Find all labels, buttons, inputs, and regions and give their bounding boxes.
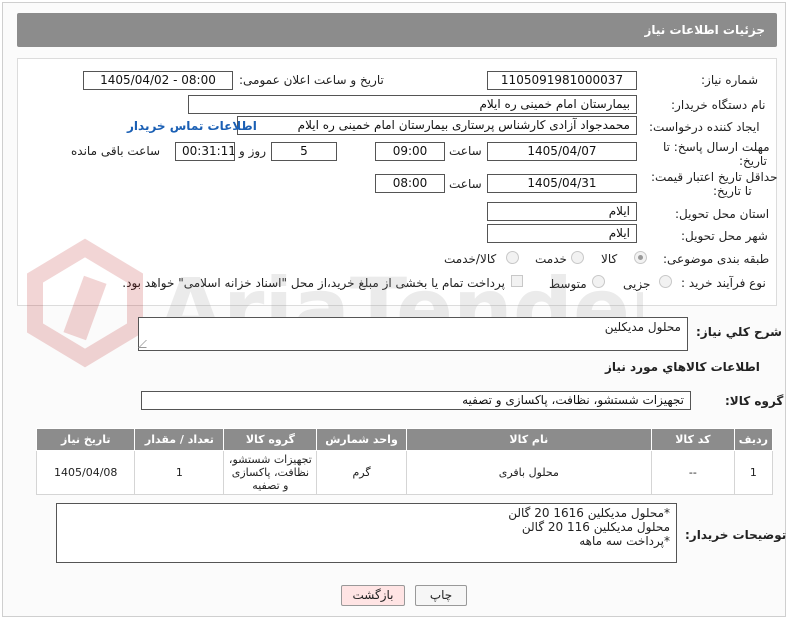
summary-textarea[interactable]: محلول مديکلين — [138, 317, 688, 351]
buyer-notes-textarea[interactable]: *محلول مدیکلین 1616 20 گالن محلول مدیکلی… — [56, 503, 677, 563]
deadline-time-label: ساعت — [449, 144, 482, 158]
print-button[interactable]: چاپ — [415, 585, 467, 606]
goods-table-header-row: رديف کد کالا نام کالا واحد شمارش گروه کا… — [35, 428, 774, 451]
price-validity-label-line1: حداقل تاریخ اعتبار قیمت: — [651, 170, 778, 184]
remaining-days-field: 5 — [271, 142, 337, 161]
page-header: جزئیات اطلاعات نیاز — [17, 13, 777, 47]
purchase-option-medium: متوسط — [549, 277, 587, 291]
price-validity-time-field: 08:00 — [375, 174, 445, 193]
city-field: ایلام — [487, 224, 637, 243]
summary-label: شرح کلي نياز: — [696, 325, 782, 339]
cell-item-group: تجهیزات شستشو، نظافت، پاکسازی و تصفیه — [223, 450, 318, 495]
buyer-notes-line-1: *محلول مدیکلین 1616 20 گالن — [508, 506, 670, 520]
province-label: استان محل تحویل: — [675, 207, 770, 221]
deadline-date-field: 1405/04/07 — [487, 142, 637, 161]
treasury-payment-checkbox[interactable] — [511, 275, 523, 287]
table-row: 1 -- محلول بافری گرم تجهیزات شستشو، نظاف… — [35, 450, 774, 495]
col-unit: واحد شمارش — [316, 428, 407, 451]
announce-datetime-label: تاریخ و ساعت اعلان عمومی: — [239, 73, 384, 87]
category-option-service: خدمت — [535, 252, 567, 266]
category-option-goods-service: کالا/خدمت — [444, 252, 497, 266]
resize-handle-icon[interactable] — [138, 340, 154, 348]
announce-datetime-field: 1405/04/02 - 08:00 — [83, 71, 233, 90]
category-radio-service[interactable] — [571, 251, 584, 264]
creator-label: ایجاد کننده درخواست: — [649, 120, 760, 134]
price-validity-label-line2: تا تاریخ: — [713, 184, 752, 198]
col-row-number: رديف — [733, 428, 774, 451]
province-field: ایلام — [487, 202, 637, 221]
category-radio-goods[interactable] — [634, 251, 647, 264]
city-label: شهر محل تحویل: — [681, 229, 768, 243]
need-number-label: شماره نیاز: — [701, 73, 758, 87]
purchase-type-label: نوع فرآیند خرید : — [681, 276, 766, 290]
buyer-org-field: بیمارستان امام خمینی ره ایلام — [188, 95, 637, 114]
price-validity-date-field: 1405/04/31 — [487, 174, 637, 193]
goods-group-label: گروه کالا: — [725, 394, 784, 408]
buyer-contact-link[interactable]: اطلاعات تماس خریدار — [127, 119, 257, 133]
buyer-notes-line-3: *پرداخت سه ماهه — [579, 534, 670, 548]
col-item-group: گروه کالا — [223, 428, 318, 451]
price-validity-time-label: ساعت — [449, 177, 482, 191]
need-number-field: 1105091981000037 — [487, 71, 637, 90]
remaining-time-field: 00:31:11 — [175, 142, 235, 161]
cell-item-name: محلول بافری — [405, 450, 653, 495]
cell-need-date: 1405/04/08 — [35, 450, 136, 495]
days-label: روز و — [239, 144, 266, 158]
col-item-code: کد کالا — [651, 428, 735, 451]
cell-quantity: 1 — [134, 450, 225, 495]
deadline-label-line2: تاریخ: — [739, 154, 767, 168]
col-item-name: نام کالا — [405, 428, 653, 451]
cell-item-code: -- — [651, 450, 735, 495]
page-frame: جزئیات اطلاعات نیاز شماره نیاز: 11050919… — [2, 2, 786, 617]
purchase-radio-medium[interactable] — [592, 275, 605, 288]
creator-field: محمدجواد آزادی کارشناس پرستاری بیمارستان… — [237, 116, 637, 135]
col-quantity: تعداد / مقدار — [134, 428, 225, 451]
remaining-label: ساعت باقی مانده — [71, 144, 161, 158]
category-radio-goods-service[interactable] — [506, 251, 519, 264]
goods-group-field: تجهیزات شستشو، نظافت، پاکسازی و تصفیه — [141, 391, 691, 410]
summary-value: محلول مديکلين — [604, 320, 681, 334]
page-title: جزئیات اطلاعات نیاز — [644, 23, 765, 37]
buyer-notes-label: توضیحات خریدار: — [685, 528, 787, 542]
cell-row-number: 1 — [733, 450, 774, 495]
buyer-notes-line-2: محلول مدیکلین 116 20 گالن — [521, 520, 670, 534]
deadline-time-field: 09:00 — [375, 142, 445, 161]
col-need-date: تاریخ نیاز — [35, 428, 136, 451]
cell-unit: گرم — [316, 450, 407, 495]
goods-table: رديف کد کالا نام کالا واحد شمارش گروه کا… — [35, 428, 774, 495]
buyer-org-label: نام دستگاه خریدار: — [671, 98, 766, 112]
goods-section-title: اطلاعات کالاهاي مورد نياز — [605, 360, 760, 374]
back-button[interactable]: بازگشت — [341, 585, 405, 606]
purchase-radio-minor[interactable] — [659, 275, 672, 288]
category-label: طبقه بندی موضوعی: — [663, 252, 770, 266]
treasury-payment-note: پرداخت تمام یا بخشی از مبلغ خرید،از محل … — [122, 276, 505, 290]
deadline-label-line1: مهلت ارسال پاسخ: تا — [663, 140, 770, 154]
purchase-option-minor: جزیی — [623, 277, 651, 291]
category-option-goods: کالا — [601, 252, 618, 266]
